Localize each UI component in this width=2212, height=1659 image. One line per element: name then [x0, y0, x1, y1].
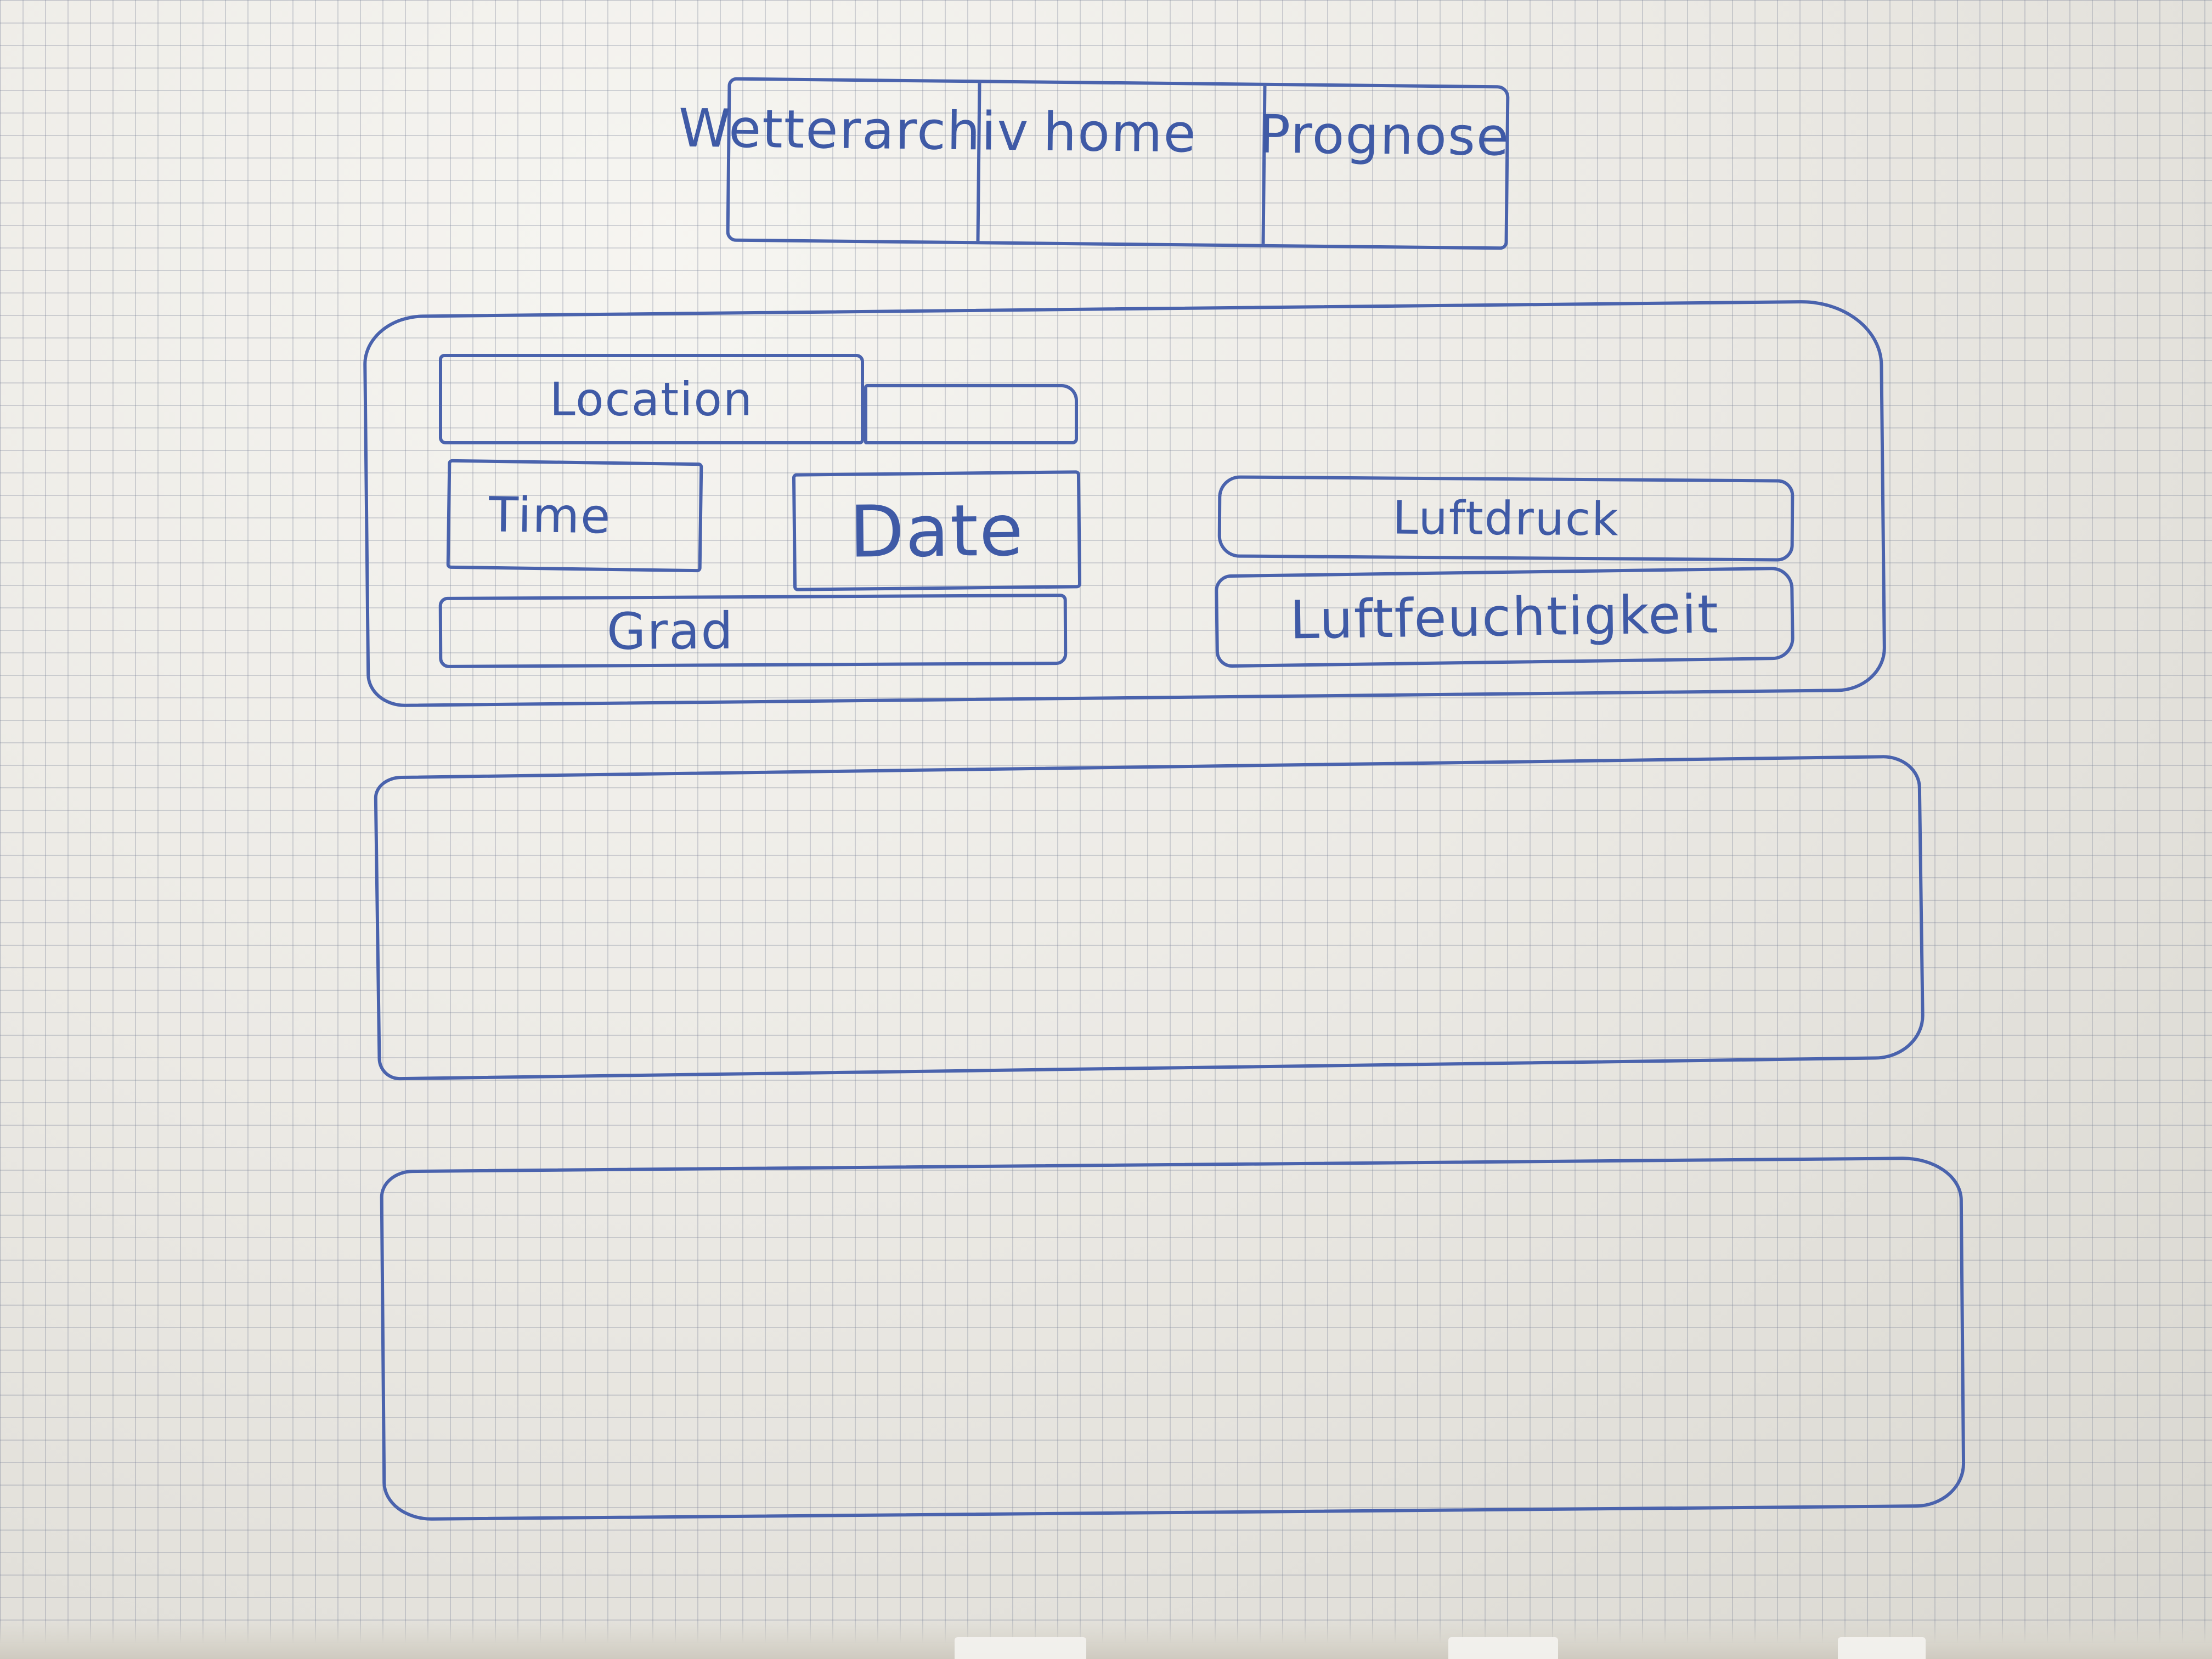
nav-tab-prognose[interactable]: Prognose [1259, 86, 1510, 247]
nav-tab-wetterarchiv[interactable]: Wetterarchiv [678, 80, 1030, 241]
content-area-2 [380, 1156, 1966, 1521]
date-field: Date [792, 470, 1082, 591]
location-label: Location [549, 372, 754, 426]
location-label-box: Location [439, 354, 864, 444]
nav-tab-label: Prognose [1258, 103, 1510, 168]
nav-tab-label: home [1042, 101, 1198, 165]
date-label: Date [849, 488, 1025, 574]
location-input[interactable] [864, 384, 1078, 444]
nav-bar: Wetterarchiv home Prognose [678, 77, 1510, 250]
luftdruck-label: Luftdruck [1392, 490, 1620, 546]
torn-paper [1838, 1637, 1926, 1659]
nav-tab-home[interactable]: home [976, 83, 1267, 244]
time-field: Time [446, 459, 703, 573]
torn-paper [955, 1637, 1086, 1659]
temperature-field: Grad [438, 594, 1068, 668]
luftfeuchtigkeit-label: Luftfeuchtigkeit [1289, 583, 1720, 651]
content-area-1 [374, 754, 1925, 1081]
humidity-field: Luftfeuchtigkeit [1214, 566, 1795, 668]
torn-paper [1448, 1637, 1558, 1659]
grad-label: Grad [606, 601, 735, 661]
air-pressure-field: Luftdruck [1217, 475, 1795, 562]
time-label: Time [488, 486, 612, 545]
